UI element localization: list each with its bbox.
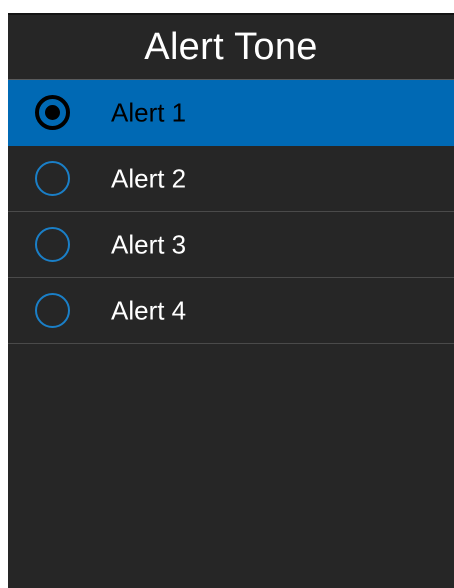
title-bar: Alert Tone (8, 13, 454, 80)
alert-option-3[interactable]: Alert 3 (8, 212, 454, 278)
alert-option-label: Alert 4 (111, 295, 187, 325)
alert-tone-list: Alert 1 Alert 2 Alert 3 Alert 4 (8, 80, 454, 344)
radio-checked-icon[interactable] (35, 95, 70, 130)
alert-option-1[interactable]: Alert 1 (8, 80, 454, 146)
alert-option-label: Alert 1 (111, 97, 187, 127)
page-title: Alert Tone (144, 25, 318, 68)
radio-unchecked-icon[interactable] (35, 161, 70, 196)
alert-option-label: Alert 3 (111, 229, 187, 259)
alert-option-2[interactable]: Alert 2 (8, 146, 454, 212)
alert-option-4[interactable]: Alert 4 (8, 278, 454, 344)
alert-tone-screen: Alert Tone Alert 1 Alert 2 Alert 3 Alert… (8, 13, 454, 588)
radio-unchecked-icon[interactable] (35, 293, 70, 328)
alert-option-label: Alert 2 (111, 163, 187, 193)
radio-unchecked-icon[interactable] (35, 227, 70, 262)
